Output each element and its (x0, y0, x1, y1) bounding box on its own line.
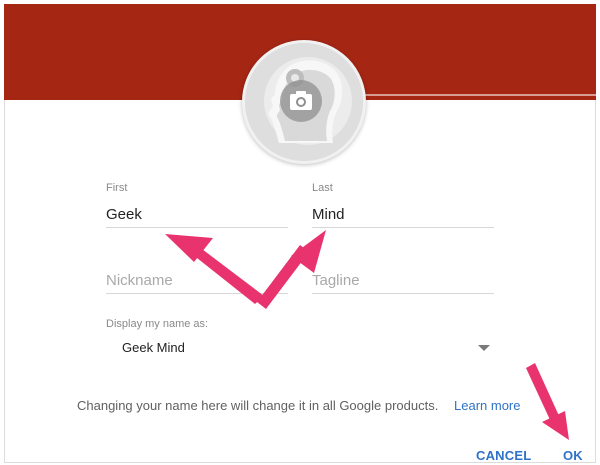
annotation-arrows (165, 230, 569, 440)
arrow-to-last-icon (257, 230, 326, 309)
arrow-to-first-icon (165, 234, 264, 304)
arrow-to-ok-icon (526, 363, 569, 440)
